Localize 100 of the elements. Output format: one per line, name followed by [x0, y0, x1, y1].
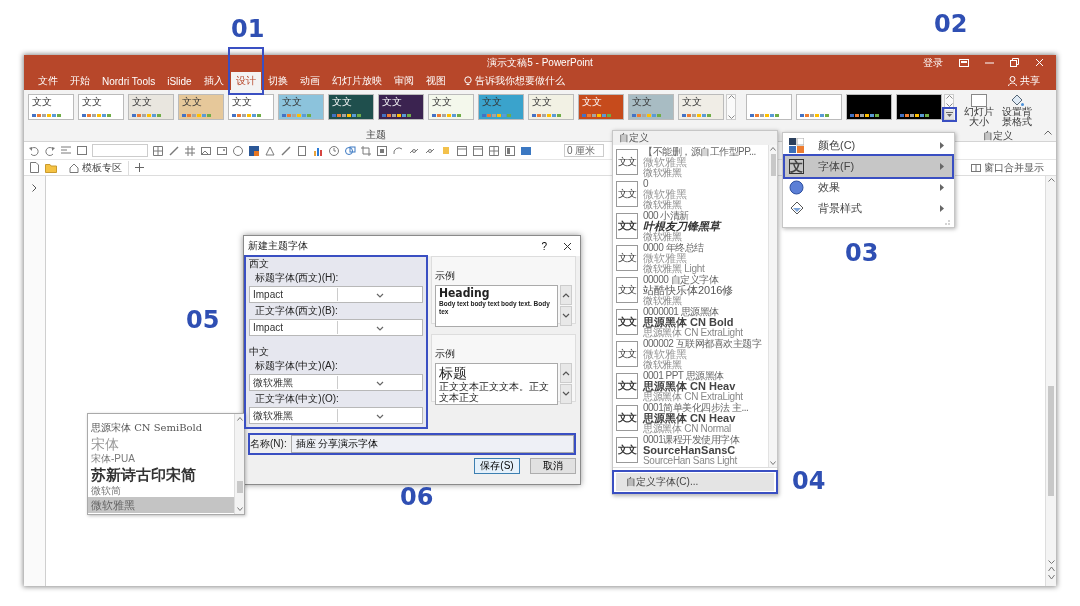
theme-thumbnail[interactable]: 文文: [478, 94, 524, 120]
grid-icon[interactable]: [488, 144, 500, 157]
theme-font-item[interactable]: 文文 0000 年终总结 微软雅黑 微软雅黑 Light: [616, 242, 765, 274]
name-field[interactable]: 插座 分享演示字体: [290, 435, 574, 453]
font-option[interactable]: 微软简: [88, 485, 234, 497]
ribbon-tab[interactable]: 审阅: [388, 72, 419, 90]
layout-icon[interactable]: [504, 144, 516, 157]
ribbon-tab[interactable]: Nordri Tools: [97, 72, 161, 90]
variant-thumbnail[interactable]: [896, 94, 942, 120]
theme-thumbnail[interactable]: 文文: [578, 94, 624, 120]
frame-icon[interactable]: [76, 144, 88, 157]
image-icon[interactable]: [216, 144, 228, 157]
theme-font-item[interactable]: 文文 0001课程开发使用字体 SourceHanSansC SourceHan Sans Light: [616, 434, 765, 466]
scroll-up-button[interactable]: [560, 285, 572, 305]
scroll-thumb[interactable]: [770, 154, 776, 176]
theme-thumbnail[interactable]: 文文: [378, 94, 424, 120]
slide-size-button[interactable]: 幻灯片大小: [962, 94, 996, 127]
ribbon-tab[interactable]: 幻灯片放映: [326, 72, 387, 90]
shape-icon[interactable]: [264, 144, 276, 157]
merge-windows-button[interactable]: 窗口合并显示: [965, 159, 1050, 176]
scroll-thumb[interactable]: [236, 481, 243, 493]
dialog-button[interactable]: 保存(S): [474, 458, 520, 474]
pen-icon[interactable]: [168, 144, 180, 157]
dialog-button[interactable]: 取消: [530, 458, 576, 474]
theme-thumbnail[interactable]: 文文: [278, 94, 324, 120]
ribbon-tab[interactable]: 设计: [230, 72, 261, 90]
theme-font-item[interactable]: 文文 0000001 思源黑体 思源黑体 CN Bold 思源黑体 CN ExtraLight: [616, 306, 765, 338]
ribbon-tab[interactable]: 开始: [65, 72, 95, 90]
ribbon-tab[interactable]: 动画: [294, 72, 325, 90]
ribbon-tab[interactable]: 文件: [33, 72, 63, 90]
variant-thumbnail[interactable]: [796, 94, 842, 120]
theme-font-item[interactable]: 文文 00000 自定义字体 站酷快乐体2016修 微软雅黑: [616, 274, 765, 306]
previous-slide-icon[interactable]: [1047, 566, 1055, 572]
scroll-down-button[interactable]: [560, 306, 572, 326]
font-select[interactable]: 微软雅黑: [249, 407, 423, 424]
scroll-up-button[interactable]: [560, 363, 572, 383]
menu-item[interactable]: 颜色(C): [785, 135, 952, 156]
undo-icon[interactable]: [28, 144, 40, 157]
font-size-field[interactable]: [92, 144, 148, 157]
folder-icon[interactable]: [45, 162, 57, 173]
collapse-icon[interactable]: [1044, 130, 1052, 135]
frame-icon[interactable]: [376, 144, 388, 157]
theme-thumbnail[interactable]: 文文: [328, 94, 374, 120]
menu-item[interactable]: 背景样式: [785, 198, 952, 219]
hash-icon[interactable]: [184, 144, 196, 157]
close-icon[interactable]: [1035, 58, 1044, 67]
scroll-down-icon[interactable]: [236, 507, 243, 511]
format-background-button[interactable]: 设置背景格式: [1000, 94, 1034, 127]
redo-icon[interactable]: [44, 144, 56, 157]
theme-thumbnail[interactable]: 文文: [78, 94, 124, 120]
restore-icon[interactable]: [1010, 58, 1019, 67]
theme-font-item[interactable]: 文文 000 小清新 叶根友刀锋黑草 微软雅黑: [616, 210, 765, 242]
theme-thumbnail[interactable]: 文文: [28, 94, 74, 120]
theme-thumbnail[interactable]: 文文: [178, 94, 224, 120]
font-select[interactable]: Impact: [249, 319, 423, 336]
scroll-thumb[interactable]: [1048, 386, 1054, 496]
scroll-up-icon[interactable]: [236, 417, 243, 421]
ribbon-tab[interactable]: 插入: [198, 72, 229, 90]
scroll-down-icon[interactable]: [727, 115, 735, 119]
theme-font-item[interactable]: 文文 0 微软雅黑 微软雅黑: [616, 178, 765, 210]
theme-font-item[interactable]: 文文 0001简单美化四步法 主... 思源黑体 CN Heav 思源黑体 CN Normal: [616, 402, 765, 434]
next-slide-icon[interactable]: [1047, 574, 1055, 580]
scroll-down-icon[interactable]: [1047, 560, 1055, 564]
chevron-right-icon[interactable]: [32, 184, 37, 192]
theme-font-item[interactable]: 文文 0001 PPT 思源黑体 思源黑体 CN Heav 思源黑体 CN ExtraLight: [616, 370, 765, 402]
theme-thumbnail[interactable]: 文文: [678, 94, 724, 120]
theme-thumbnail[interactable]: 文文: [228, 94, 274, 120]
theme-thumbnail[interactable]: 文文: [428, 94, 474, 120]
variant-thumbnail[interactable]: [746, 94, 792, 120]
scroll-up-icon[interactable]: [727, 95, 735, 99]
font-option[interactable]: 苏新诗古印宋简: [88, 465, 234, 485]
scroll-up-icon[interactable]: [770, 147, 776, 151]
ribbon-tab[interactable]: 视图: [420, 72, 451, 90]
more-button[interactable]: [944, 110, 954, 119]
image-icon[interactable]: [200, 144, 212, 157]
ribbon-tab[interactable]: 切换: [262, 72, 293, 90]
font-select[interactable]: 微软雅黑: [249, 374, 423, 391]
ribbon-tab[interactable]: iSlide: [162, 72, 197, 90]
variant-thumbnail[interactable]: [846, 94, 892, 120]
menu-item[interactable]: 效果: [785, 177, 952, 198]
page-icon[interactable]: [296, 144, 308, 157]
new-tab-button[interactable]: [135, 163, 144, 172]
table-icon[interactable]: [520, 144, 532, 157]
theme-thumbnail[interactable]: 文文: [628, 94, 674, 120]
font-select[interactable]: Impact: [249, 286, 423, 303]
ribbon-display-icon[interactable]: [959, 58, 969, 67]
new-file-icon[interactable]: [30, 162, 39, 173]
scroll-down-button[interactable]: [560, 384, 572, 404]
window-icon[interactable]: [456, 144, 468, 157]
share-button[interactable]: 共享: [1002, 72, 1046, 90]
scroll-up-icon[interactable]: [1047, 178, 1055, 182]
resize-grip-icon[interactable]: [945, 220, 950, 225]
crop-icon[interactable]: [360, 144, 372, 157]
circle-icon[interactable]: [232, 144, 244, 157]
spacing-field[interactable]: 0 厘米: [564, 144, 604, 157]
theme-font-item[interactable]: 文文 【不能删，源自工作型PP... 微软雅黑 微软雅黑: [616, 146, 765, 178]
help-button[interactable]: ?: [541, 240, 547, 252]
scroll-down-icon[interactable]: [770, 461, 776, 465]
scroll-down-icon[interactable]: [945, 102, 953, 107]
close-button[interactable]: [563, 241, 572, 251]
